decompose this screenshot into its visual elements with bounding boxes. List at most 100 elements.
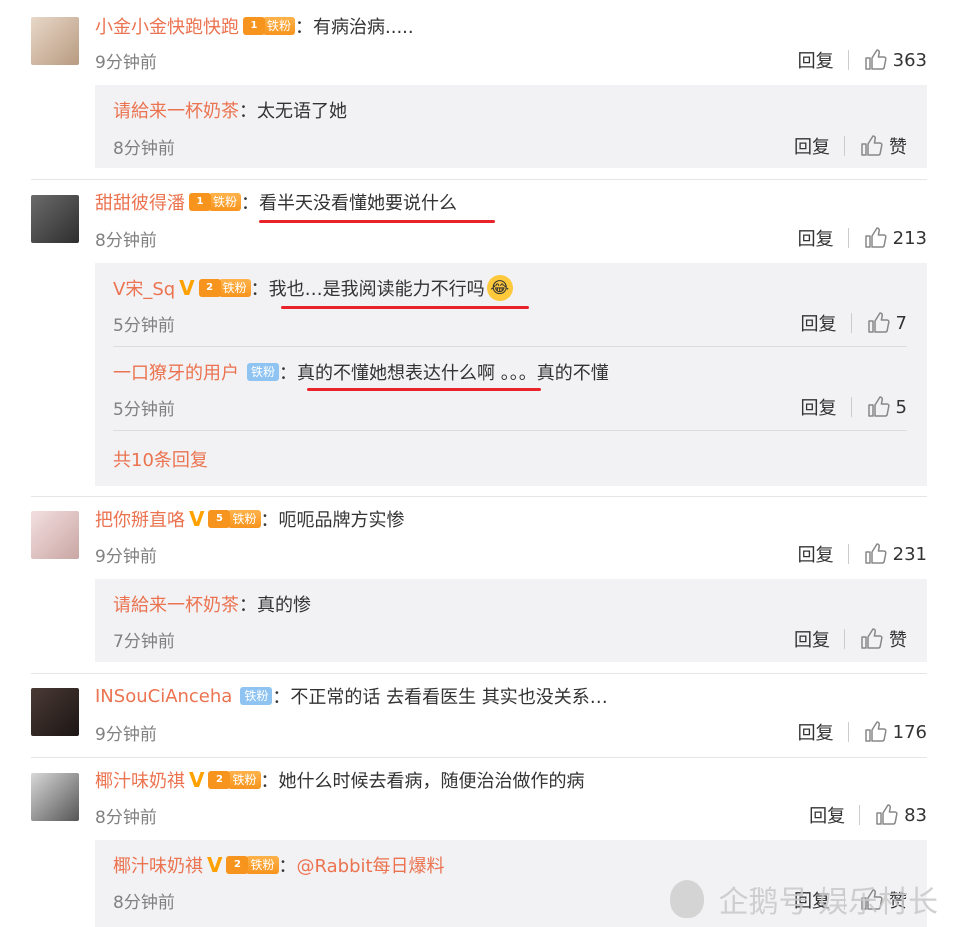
comment-text: ：看半天没看懂她要说什么 <box>241 193 458 214</box>
actions: 回复 231 <box>798 541 927 567</box>
separator <box>844 629 845 649</box>
like-button[interactable]: 赞 <box>859 133 907 159</box>
username[interactable]: 一口獠牙的用户 <box>113 359 239 385</box>
timestamp: 9分钟前 <box>95 53 157 73</box>
like-button[interactable]: 83 <box>874 803 927 827</box>
fan-badge: 铁粉 <box>236 686 273 706</box>
timestamp: 9分钟前 <box>95 725 157 745</box>
actions: 回复 213 <box>798 225 927 251</box>
divider <box>31 496 927 497</box>
like-count: 83 <box>904 804 927 826</box>
timestamp: 8分钟前 <box>113 893 175 913</box>
avatar[interactable] <box>31 511 79 559</box>
like-button[interactable]: 363 <box>863 48 927 72</box>
more-replies-link[interactable]: 共10条回复 <box>113 446 208 472</box>
laugh-cry-emoji-icon: 😂 <box>486 275 513 301</box>
separator <box>847 50 849 70</box>
like-count: 7 <box>895 312 907 334</box>
like-count: 231 <box>892 543 927 565</box>
username[interactable]: V宋_Sq <box>113 275 175 301</box>
username[interactable]: INSouCiAnceha <box>95 686 232 707</box>
comment-text: ：呃呃品牌方实惨 <box>260 510 405 531</box>
fan-label: 铁粉 <box>218 279 251 297</box>
fan-badge: 1 铁粉 <box>189 192 242 212</box>
reply-text: ：太无语了她 <box>239 101 347 122</box>
crown-icon: 2 <box>198 279 221 297</box>
separator <box>850 313 852 333</box>
penguin-logo-icon <box>670 880 705 918</box>
thumbs-up-icon <box>866 311 890 335</box>
divider <box>31 179 927 180</box>
username[interactable]: 椰汁味奶祺 <box>95 767 185 793</box>
like-button[interactable]: 5 <box>866 395 907 419</box>
divider <box>113 346 907 347</box>
reply-line: 一口獠牙的用户 铁粉 ：真的不懂她想表达什么啊 。。。真的不懂 <box>113 359 609 385</box>
fan-label: 铁粉 <box>240 687 273 705</box>
fan-label: 铁粉 <box>228 771 261 789</box>
crown-icon: 1 <box>189 193 211 211</box>
crown-icon: 5 <box>208 510 231 528</box>
reply-text: ：真的惨 <box>239 595 311 616</box>
like-count: 176 <box>892 721 927 743</box>
timestamp: 8分钟前 <box>113 139 175 159</box>
avatar[interactable] <box>31 17 79 65</box>
reply-button[interactable]: 回复 <box>794 133 830 159</box>
timestamp: 5分钟前 <box>113 400 175 420</box>
thumbs-up-icon <box>859 134 883 158</box>
fan-label: 铁粉 <box>209 193 242 211</box>
thumbs-up-icon <box>863 226 887 250</box>
like-button[interactable]: 7 <box>866 311 907 335</box>
separator <box>844 136 845 156</box>
divider <box>31 673 927 674</box>
username[interactable]: 小金小金快跑快跑 <box>95 13 239 39</box>
reply-button[interactable]: 回复 <box>801 394 837 420</box>
like-button[interactable]: 231 <box>863 542 927 566</box>
reply-line: 请給来一杯奶茶 ：真的惨 <box>113 591 311 617</box>
reply-text: ：我也…是我阅读能力不行吗 <box>250 279 485 300</box>
like-count: 213 <box>892 227 927 249</box>
reply-button[interactable]: 回复 <box>794 626 830 652</box>
red-underline <box>307 388 541 391</box>
actions: 回复 7 <box>801 310 907 336</box>
reply-button[interactable]: 回复 <box>801 310 837 336</box>
verified-icon: V <box>189 768 205 792</box>
reply-button[interactable]: 回复 <box>798 47 834 73</box>
separator <box>847 544 849 564</box>
username[interactable]: 请給来一杯奶茶 <box>113 591 239 617</box>
avatar[interactable] <box>31 688 79 736</box>
reply-button[interactable]: 回复 <box>798 541 834 567</box>
fan-badge: 铁粉 <box>243 362 280 382</box>
fan-label: 铁粉 <box>246 856 279 874</box>
like-label: 赞 <box>889 630 907 651</box>
comment-line: 把你掰直咯 V 5 铁粉 ：呃呃品牌方实惨 <box>95 506 405 532</box>
username[interactable]: 甜甜彼得潘 <box>95 189 185 215</box>
thumbs-up-icon <box>863 48 887 72</box>
reply-button[interactable]: 回复 <box>798 719 834 745</box>
avatar[interactable] <box>31 195 79 243</box>
verified-icon: V <box>179 276 195 300</box>
actions: 回复 363 <box>798 47 927 73</box>
comment-text: ：她什么时候去看病，随便治治做作的病 <box>260 771 585 792</box>
username[interactable]: 请給来一杯奶茶 <box>113 97 239 123</box>
fan-badge: 2 铁粉 <box>208 770 261 790</box>
reply-line: 椰汁味奶祺 V 2 铁粉 ： @Rabbit每日爆料 <box>113 852 445 878</box>
mention-link[interactable]: @Rabbit每日爆料 <box>297 852 445 878</box>
username[interactable]: 椰汁味奶祺 <box>113 852 203 878</box>
timestamp: 8分钟前 <box>95 231 157 251</box>
reply-line: 请給来一杯奶茶 ：太无语了她 <box>113 97 347 123</box>
avatar[interactable] <box>31 773 79 821</box>
username[interactable]: 把你掰直咯 <box>95 506 185 532</box>
reply-button[interactable]: 回复 <box>809 802 845 828</box>
red-underline <box>259 220 495 223</box>
like-button[interactable]: 176 <box>863 720 927 744</box>
reply-button[interactable]: 回复 <box>798 225 834 251</box>
fan-label: 铁粉 <box>263 17 296 35</box>
comment-line: 甜甜彼得潘 1 铁粉 ：看半天没看懂她要说什么 <box>95 189 457 215</box>
like-button[interactable]: 213 <box>863 226 927 250</box>
crown-icon: 2 <box>208 771 231 789</box>
thumbs-up-icon <box>874 803 898 827</box>
timestamp: 9分钟前 <box>95 547 157 567</box>
like-label: 赞 <box>889 137 907 158</box>
like-button[interactable]: 赞 <box>859 626 907 652</box>
reply-text: ： <box>278 856 297 877</box>
